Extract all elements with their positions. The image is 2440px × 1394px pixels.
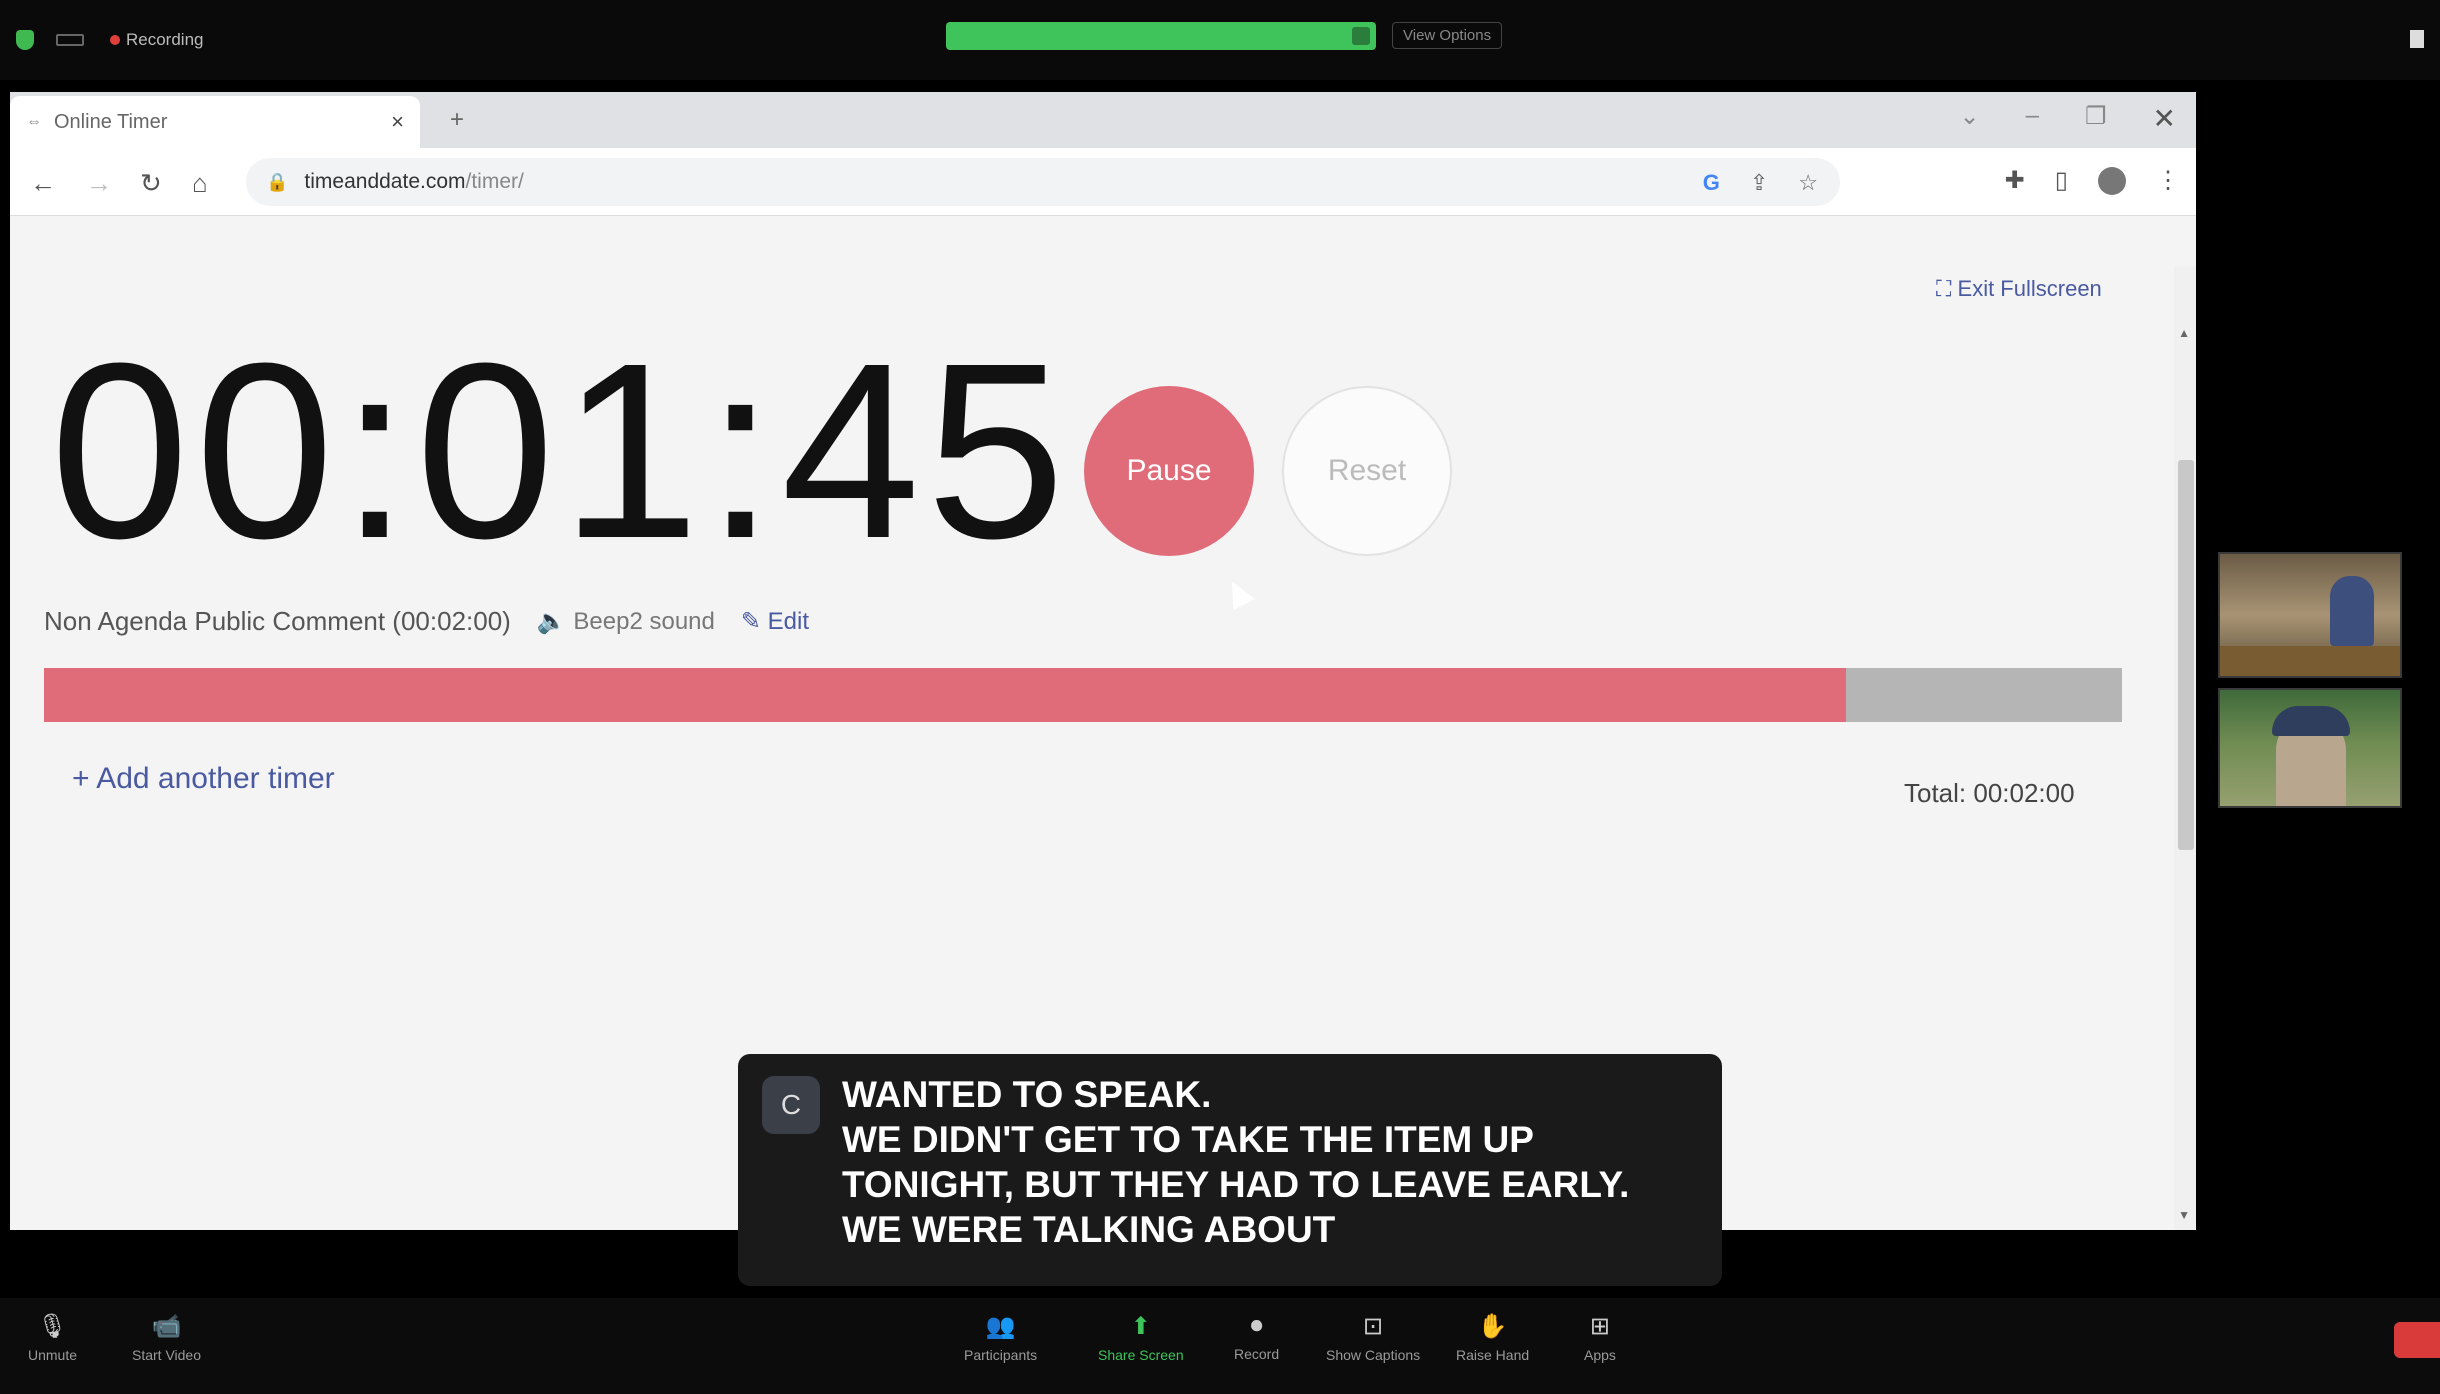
captions-icon: ⊡ [1363,1313,1384,1340]
start-video-label: Start Video [132,1347,202,1363]
show-captions-label: Show Captions [1326,1347,1421,1363]
tab-close-icon[interactable]: × [391,109,404,135]
participant-thumbnail[interactable] [2218,552,2402,678]
scroll-up-icon[interactable]: ▲ [2178,326,2190,340]
restore-icon[interactable]: ❐ [2085,102,2107,135]
show-captions-button[interactable]: ⊡ Show Captions [1326,1312,1420,1363]
back-arrow-icon[interactable]: ← [30,168,56,199]
stop-share-icon[interactable] [1352,27,1370,45]
security-shield-icon[interactable] [16,30,34,50]
caption-speaker-avatar: C [762,1076,820,1134]
microphone-muted-icon: 🎙 [37,1313,68,1340]
participant-figure [2330,576,2374,646]
unmute-label: Unmute [28,1347,78,1363]
timer-progress-fill [44,668,1846,722]
omnibox-icons: G ⇪ ☆ [1703,170,1818,196]
scrollbar-thumb[interactable] [2178,460,2194,850]
participants-label: Participants [964,1347,1038,1363]
favicon-icon: ⇔ [26,113,42,130]
home-icon[interactable]: ⌂ [192,168,208,199]
window-icon[interactable] [2410,30,2424,48]
side-panel-icon[interactable]: ▯ [2055,166,2068,195]
lock-icon: 🔒 [266,171,289,192]
pause-button[interactable]: Pause [1084,386,1254,556]
closed-caption-box: C WANTED TO SPEAK. WE DIDN'T GET TO TAKE… [738,1054,1722,1286]
url-path: /timer/ [465,170,524,193]
tab-online-timer[interactable]: ⇔ Online Timer × [10,96,420,148]
share-screen-label: Share Screen [1098,1347,1184,1363]
share-screen-icon: ⬆ [1130,1313,1151,1340]
minimize-icon[interactable]: – [2026,102,2039,135]
timer-name: Non Agenda Public Comment (00:02:00) [44,606,511,636]
edit-label: Edit [767,608,810,635]
raise-hand-button[interactable]: ✋ Raise Hand [1456,1312,1529,1363]
end-meeting-button[interactable] [2394,1322,2440,1358]
screen-share-banner [946,22,1376,50]
timer-progress-bar [44,668,2122,722]
mouse-cursor-icon [1221,575,1255,611]
thumbnail-desk [2220,646,2400,676]
participant-hat [2272,706,2350,736]
apps-button[interactable]: ⊞ Apps [1584,1312,1616,1363]
caption-text: WANTED TO SPEAK. WE DIDN'T GET TO TAKE T… [842,1074,1630,1250]
participants-button[interactable]: 👥 Participants [964,1312,1037,1363]
view-grid-icon[interactable] [56,34,84,46]
profile-avatar[interactable] [2098,166,2126,195]
timer-info-row: Non Agenda Public Comment (00:02:00) 🔈 B… [44,606,809,637]
page-scrollbar[interactable]: ▲ ▼ [2174,266,2196,1230]
sound-setting[interactable]: 🔈 Beep2 sound [537,607,715,636]
apps-label: Apps [1584,1347,1616,1363]
close-window-icon[interactable]: ✕ [2153,102,2176,135]
recording-label: Recording [126,30,204,49]
reload-icon[interactable]: ↻ [140,168,162,199]
share-screen-button[interactable]: ⬆ Share Screen [1098,1312,1184,1363]
video-off-icon: 📹 [151,1313,182,1340]
start-video-button[interactable]: 📹 Start Video [132,1312,201,1363]
record-label: Record [1234,1346,1280,1362]
recording-indicator: Recording [110,30,204,50]
exit-fullscreen-label: Exit Fullscreen [1957,276,2102,301]
scroll-down-icon[interactable]: ▼ [2178,1208,2190,1222]
new-tab-button[interactable]: + [450,106,464,134]
address-bar[interactable]: 🔒 timeanddate.com/timer/ G ⇪ ☆ [246,158,1840,206]
zoom-meeting-controls: 🎙 Unmute 📹 Start Video 👥 Participants ⬆ … [0,1298,2440,1394]
reset-button[interactable]: Reset [1282,386,1452,556]
window-controls: ⌄ – ❐ ✕ [1960,102,2176,135]
record-button[interactable]: ⏺ Record [1234,1312,1279,1362]
tab-title: Online Timer [54,110,168,133]
browser-toolbar: ← → ↻ ⌂ 🔒 timeanddate.com/timer/ G ⇪ ☆ ✚… [10,148,2196,216]
bookmark-star-icon[interactable]: ☆ [1798,170,1818,196]
google-lens-icon[interactable]: G [1703,170,1720,196]
add-another-timer-link[interactable]: + Add another timer [72,762,335,796]
apps-icon: ⊞ [1589,1313,1611,1340]
extensions-icon[interactable]: ✚ [2005,166,2025,195]
sound-label: Beep2 sound [573,608,715,635]
participants-icon: 👥 [985,1313,1016,1340]
tab-strip: ⇔ Online Timer × + ⌄ – ❐ ✕ [10,92,2196,148]
menu-kebab-icon[interactable]: ⋮ [2156,166,2180,195]
url-host: timeanddate.com [304,170,466,193]
exit-fullscreen-link[interactable]: ⛶ Exit Fullscreen [1936,276,2102,302]
zoom-top-bar: Recording View Options [0,0,2440,80]
total-time: Total: 00:02:00 [1904,778,2075,808]
raise-hand-icon: ✋ [1477,1313,1508,1340]
unmute-button[interactable]: 🎙 Unmute [28,1312,77,1363]
participant-thumbnail[interactable] [2218,688,2402,808]
toolbar-right-icons: ✚ ▯ ⋮ [2005,166,2180,195]
edit-timer-link[interactable]: ✎ Edit [741,607,809,636]
record-icon: ⏺ [1250,1312,1263,1339]
timer-display: 00:01:45 [50,311,1072,590]
tab-search-icon[interactable]: ⌄ [1960,102,1980,135]
url-text: timeanddate.com/timer/ [304,170,523,194]
forward-arrow-icon[interactable]: → [86,168,112,199]
recording-dot-icon [110,35,120,45]
raise-hand-label: Raise Hand [1456,1347,1530,1363]
view-options-button[interactable]: View Options [1392,22,1503,49]
share-icon[interactable]: ⇪ [1750,170,1768,196]
